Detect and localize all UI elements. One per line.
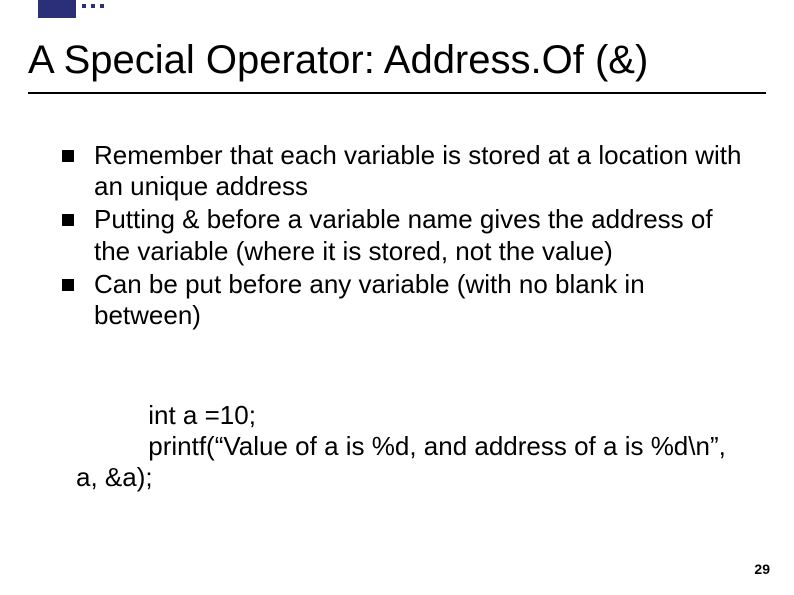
accent-strip bbox=[0, 0, 794, 18]
bullet-item: Can be put before any variable (with no … bbox=[62, 269, 746, 331]
code-example: int a =10; printf(“Value of a is %d, and… bbox=[76, 400, 746, 494]
bullet-item: Remember that each variable is stored at… bbox=[62, 140, 746, 202]
title-underline bbox=[28, 92, 766, 94]
bullet-text: Putting & before a variable name gives t… bbox=[94, 204, 746, 266]
slide-title: A Special Operator: Address.Of (&) bbox=[28, 38, 648, 83]
accent-dots bbox=[82, 4, 104, 8]
bullet-text: Remember that each variable is stored at… bbox=[94, 140, 746, 202]
square-bullet-icon bbox=[62, 279, 74, 291]
square-bullet-icon bbox=[62, 214, 74, 226]
bullet-item: Putting & before a variable name gives t… bbox=[62, 204, 746, 266]
square-bullet-icon bbox=[62, 150, 74, 162]
accent-block bbox=[38, 0, 76, 18]
bullet-text: Can be put before any variable (with no … bbox=[94, 269, 746, 331]
bullet-list: Remember that each variable is stored at… bbox=[62, 140, 746, 333]
page-number: 29 bbox=[754, 561, 770, 577]
